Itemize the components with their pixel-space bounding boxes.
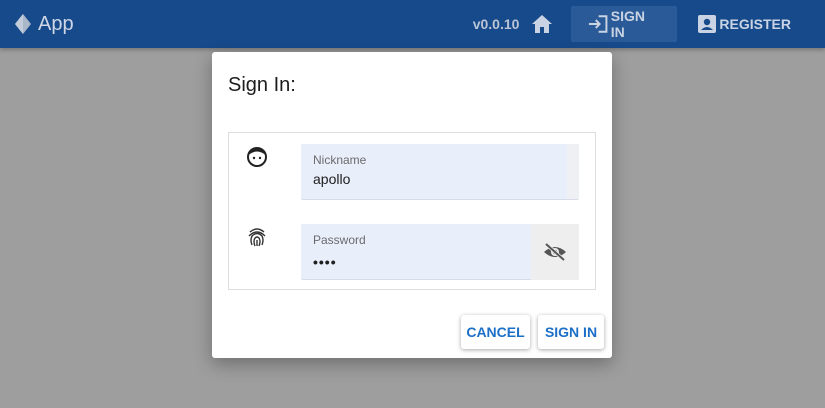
nav-sign-in-button[interactable]: SIGN IN [571,6,678,42]
eye-off-icon [544,242,566,262]
brand[interactable]: App [14,0,74,48]
sign-in-dialog: Sign In: Nickname apollo Password •••• C… [212,52,612,358]
cancel-button[interactable]: CANCEL [461,315,530,349]
app-title: App [38,12,74,35]
dialog-title: Sign In: [228,74,296,96]
nav-sign-in-label: SIGN IN [610,8,646,40]
sign-in-submit-button[interactable]: SIGN IN [538,315,604,349]
field-edge [567,144,579,199]
password-label: Password [313,233,366,247]
diamond-logo-icon [14,13,32,35]
nav-register-button[interactable]: REGISTER [683,6,805,42]
password-field[interactable]: Password •••• [301,224,579,280]
account-box-icon [698,15,717,33]
login-icon [589,15,608,33]
home-button[interactable] [529,11,555,37]
face-icon [245,145,269,169]
toggle-password-visibility-button[interactable] [531,224,579,280]
app-bar: App v0.0.10 SIGN IN REGISTER [0,0,825,48]
password-input[interactable]: •••• [313,254,337,270]
nav-register-label: REGISTER [719,16,791,32]
nickname-label: Nickname [313,153,367,167]
home-icon [532,15,553,33]
nickname-field[interactable]: Nickname apollo [301,144,579,200]
nickname-input[interactable]: apollo [313,171,513,187]
credentials-form: Nickname apollo Password •••• [228,132,596,290]
fingerprint-icon [245,225,269,249]
version-label: v0.0.10 [472,16,520,32]
